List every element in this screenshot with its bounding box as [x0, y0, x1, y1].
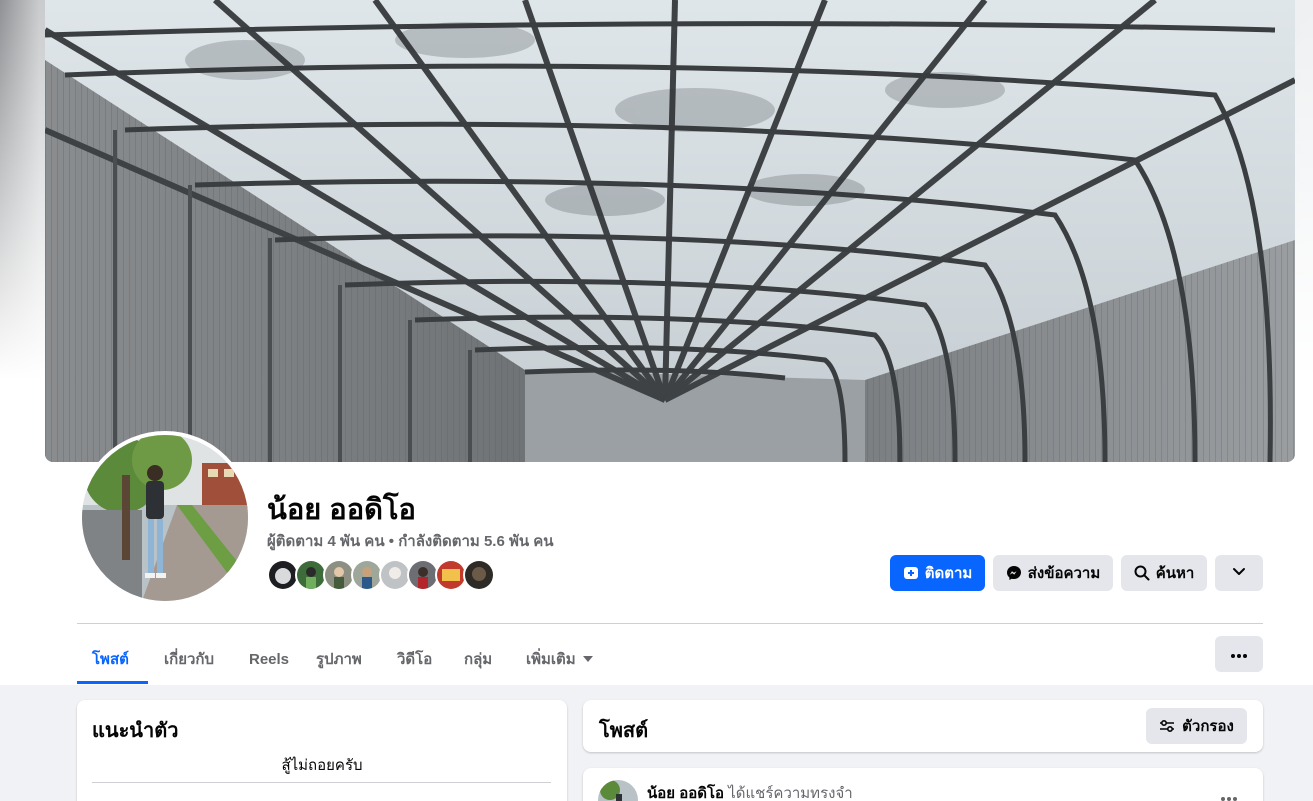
profile-name: น้อย ออดิโอ — [267, 494, 416, 526]
messenger-icon — [1006, 565, 1022, 581]
profile-photo — [82, 435, 248, 601]
header-divider — [77, 623, 1263, 624]
filter-label: ตัวกรอง — [1182, 718, 1234, 735]
tab-posts[interactable]: โพสต์ — [92, 636, 129, 682]
intro-title: แนะนำตัว — [92, 720, 179, 742]
profile-options-dropdown[interactable] — [1215, 555, 1263, 591]
search-button[interactable]: ค้นหา — [1121, 555, 1207, 591]
tab-about[interactable]: เกี่ยวกับ — [164, 636, 214, 682]
more-dots-icon — [1221, 788, 1237, 801]
stats-separator: • — [388, 533, 395, 550]
post-header: น้อย ออดิโอ ได้แชร์ความทรงจำ — [647, 781, 853, 801]
profile-header: น้อย ออดิโอ ผู้ติดตาม 4 พัน คน • กำลังติ… — [0, 0, 1313, 685]
tab-photos[interactable]: รูปภาพ — [316, 636, 362, 682]
more-dots-icon — [1231, 645, 1247, 663]
follow-button[interactable]: ติดตาม — [890, 555, 985, 591]
tab-more-label: เพิ่มเติม — [526, 651, 576, 668]
message-button[interactable]: ส่งข้อความ — [993, 555, 1113, 591]
friend-avatar[interactable] — [463, 559, 495, 591]
chevron-down-icon — [1232, 564, 1246, 582]
filter-sliders-icon — [1159, 719, 1175, 733]
search-icon — [1134, 565, 1150, 581]
post-options-button[interactable] — [1215, 787, 1243, 801]
following-count[interactable]: กำลังติดตาม 5.6 พัน คน — [398, 533, 553, 550]
profile-picture[interactable] — [78, 431, 252, 605]
posts-header-card: โพสต์ ตัวกรอง — [583, 700, 1263, 752]
post-author-avatar[interactable] — [598, 780, 638, 801]
posts-title: โพสต์ — [599, 720, 649, 742]
tab-more[interactable]: เพิ่มเติม — [526, 636, 593, 682]
post-action-text: ได้แชร์ความทรงจำ — [728, 785, 853, 801]
follow-stats: ผู้ติดตาม 4 พัน คน • กำลังติดตาม 5.6 พัน… — [267, 529, 554, 553]
post-card: น้อย ออดิโอ ได้แชร์ความทรงจำ — [583, 768, 1263, 801]
message-label: ส่งข้อความ — [1027, 565, 1101, 582]
tab-reels[interactable]: Reels — [249, 636, 289, 682]
post-author-name[interactable]: น้อย ออดิโอ — [647, 785, 724, 801]
search-label: ค้นหา — [1155, 565, 1195, 582]
mutual-friends-avatars[interactable] — [267, 559, 495, 592]
cover-photo[interactable] — [45, 0, 1295, 462]
user-add-icon — [903, 565, 919, 581]
intro-bio: สู้ไม่ถอยครับ — [281, 757, 363, 774]
follow-label: ติดตาม — [924, 565, 973, 582]
tab-videos[interactable]: วิดีโอ — [397, 636, 432, 682]
filter-button[interactable]: ตัวกรอง — [1146, 708, 1247, 744]
intro-card: แนะนำตัว สู้ไม่ถอยครับ — [77, 700, 567, 801]
followers-count[interactable]: ผู้ติดตาม 4 พัน คน — [267, 533, 385, 550]
caret-down-icon — [582, 655, 593, 663]
intro-divider — [92, 782, 551, 783]
more-options-button[interactable] — [1215, 636, 1263, 672]
active-tab-indicator — [77, 681, 148, 684]
tab-groups[interactable]: กลุ่ม — [464, 636, 492, 682]
